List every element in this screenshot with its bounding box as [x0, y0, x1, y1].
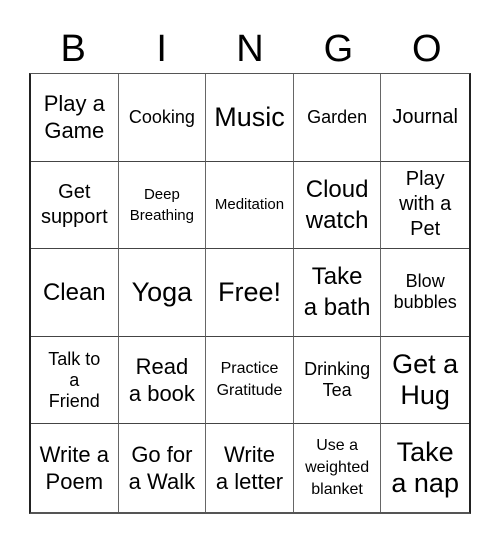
bingo-cell-label: Get a Hug [392, 349, 459, 411]
bingo-cell[interactable]: Blow bubbles [381, 249, 469, 337]
bingo-cell[interactable]: Music [206, 74, 294, 162]
bingo-cell[interactable]: Get a Hug [381, 337, 469, 425]
bingo-cell-label: Yoga [131, 276, 193, 307]
bingo-cell-label: Read a book [128, 354, 195, 407]
bingo-cell[interactable]: Talk to a Friend [31, 336, 119, 425]
bingo-cell-label: Blow bubbles [393, 271, 457, 313]
bingo-cell-label: Garden [307, 106, 368, 127]
bingo-cell-label: Free! [217, 276, 281, 307]
bingo-cell[interactable]: Meditation [206, 161, 294, 250]
bingo-cell-label: Write a letter [215, 442, 284, 495]
bingo-cell-label: Play with a Pet [399, 168, 452, 241]
bingo-cell-label: Practice Gratitude [216, 360, 283, 400]
bingo-cell-label: Deep Breathing [129, 185, 194, 224]
bingo-cell[interactable]: Get support [31, 161, 119, 250]
bingo-cell-label: Meditation [214, 196, 285, 214]
bingo-cell[interactable]: Take a nap [381, 424, 469, 512]
bingo-cell-label: Clean [42, 278, 106, 306]
bingo-cell[interactable]: Read a book [118, 336, 207, 425]
bingo-cell[interactable]: Garden [293, 74, 382, 162]
bingo-cell-label: Cloud watch [305, 175, 369, 234]
bingo-cell-free-space[interactable]: Free! [206, 249, 294, 337]
bingo-cell-label: Use a weighted blanket [305, 437, 370, 499]
bingo-cell[interactable]: Drinking Tea [293, 336, 382, 425]
bingo-cell-label: Cooking [128, 106, 195, 127]
bingo-header: B I N G O [29, 24, 471, 74]
bingo-cell[interactable]: Clean [31, 249, 119, 337]
bingo-cell-label: Talk to a Friend [48, 348, 101, 411]
bingo-cell-label: Drinking Tea [304, 359, 371, 401]
bingo-cell-label: Go for a Walk [128, 442, 196, 495]
header-letter-i: I [156, 28, 167, 70]
bingo-cell[interactable]: Cloud watch [293, 161, 382, 250]
bingo-card-grid: Play a Game Cooking Music Garden Journal Get su… [29, 73, 471, 514]
bingo-cell[interactable]: Play a Game [31, 74, 119, 162]
bingo-cell[interactable]: Yoga [118, 249, 207, 337]
header-letter-o: O [412, 28, 442, 70]
bingo-cell-label: Write a Poem [39, 442, 109, 495]
bingo-cell-label: Get support [40, 180, 108, 228]
bingo-cell[interactable]: Go for a Walk [119, 424, 207, 512]
bingo-cell-label: Music [214, 101, 285, 132]
bingo-cell[interactable]: Journal [381, 74, 469, 162]
bingo-cell[interactable]: Use a weighted blanket [294, 424, 382, 512]
header-letter-b: B [60, 28, 86, 70]
bingo-cell[interactable]: Play with a Pet [381, 162, 469, 250]
bingo-cell[interactable]: Take a bath [293, 249, 382, 337]
bingo-cell[interactable]: Write a letter [206, 424, 294, 512]
bingo-cell-label: Take a bath [303, 263, 371, 322]
header-letter-g: G [323, 28, 354, 70]
bingo-cell-label: Journal [392, 105, 458, 128]
bingo-cell-label: Take a nap [391, 437, 459, 499]
bingo-cell[interactable]: Write a Poem [31, 424, 119, 512]
bingo-cell-label: Play a Game [43, 91, 105, 144]
bingo-cell[interactable]: Practice Gratitude [206, 336, 294, 425]
bingo-cell[interactable]: Cooking [118, 74, 207, 162]
header-letter-n: N [236, 28, 264, 70]
bingo-cell[interactable]: Deep Breathing [118, 161, 207, 250]
